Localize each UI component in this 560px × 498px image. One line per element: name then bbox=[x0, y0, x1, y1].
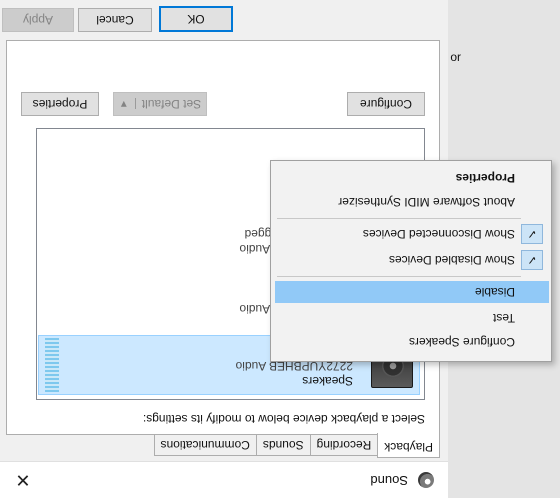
device-name: Speakers bbox=[302, 374, 353, 388]
tab-playback[interactable]: Playback bbox=[377, 433, 440, 458]
menu-item-label: Properties bbox=[455, 171, 515, 185]
configure-button[interactable]: Configure bbox=[347, 92, 425, 116]
ok-button[interactable]: OK bbox=[159, 6, 233, 32]
menu-separator bbox=[277, 218, 521, 219]
menu-item-label: Show Disabled Devices bbox=[388, 253, 515, 267]
menu-item-test[interactable]: Test bbox=[275, 307, 549, 329]
apply-button[interactable]: Apply bbox=[2, 8, 74, 32]
window-title: Sound bbox=[370, 473, 408, 488]
context-menu: Configure Speakers Test Disable ✓ Show D… bbox=[270, 160, 552, 362]
sound-dialog: or Sound ✕ Playback Recording Sounds Com… bbox=[0, 0, 560, 498]
set-default-label: Set Default bbox=[141, 97, 202, 111]
tab-communications[interactable]: Communications bbox=[153, 434, 257, 456]
set-default-button[interactable]: Set Default ▼ bbox=[113, 92, 207, 116]
menu-item-about-midi[interactable]: About Software MIDI Synthesizer bbox=[275, 191, 549, 213]
properties-button[interactable]: Properties bbox=[21, 92, 99, 116]
tab-strip: Playback Recording Sounds Communications bbox=[153, 433, 440, 458]
chevron-down-icon: ▼ bbox=[118, 98, 136, 110]
volume-level-bar bbox=[45, 338, 59, 392]
tab-recording[interactable]: Recording bbox=[309, 434, 379, 456]
close-button[interactable]: ✕ bbox=[0, 462, 46, 498]
check-icon: ✓ bbox=[521, 250, 543, 270]
partial-text: or bbox=[450, 50, 461, 64]
menu-item-show-disabled-devices[interactable]: ✓ Show Disabled Devices bbox=[275, 249, 549, 271]
menu-item-label: Test bbox=[492, 311, 515, 325]
menu-item-label: Configure Speakers bbox=[408, 335, 515, 349]
menu-item-properties[interactable]: Properties bbox=[275, 167, 549, 189]
sound-icon bbox=[418, 472, 434, 488]
menu-item-label: Show Disconnected Devices bbox=[362, 227, 515, 241]
menu-item-disable[interactable]: Disable bbox=[275, 281, 549, 303]
cancel-button[interactable]: Cancel bbox=[78, 8, 152, 32]
check-icon: ✓ bbox=[521, 224, 543, 244]
menu-item-configure-speakers[interactable]: Configure Speakers bbox=[275, 331, 549, 353]
menu-item-show-disconnected-devices[interactable]: ✓ Show Disconnected Devices bbox=[275, 223, 549, 245]
menu-item-label: Disable bbox=[474, 285, 515, 299]
instruction-text: Select a playback device below to modify… bbox=[142, 412, 425, 426]
title-bar: Sound ✕ bbox=[0, 461, 448, 498]
menu-separator bbox=[277, 276, 521, 277]
menu-item-label: About Software MIDI Synthesizer bbox=[338, 195, 515, 209]
tab-sounds[interactable]: Sounds bbox=[255, 434, 311, 456]
